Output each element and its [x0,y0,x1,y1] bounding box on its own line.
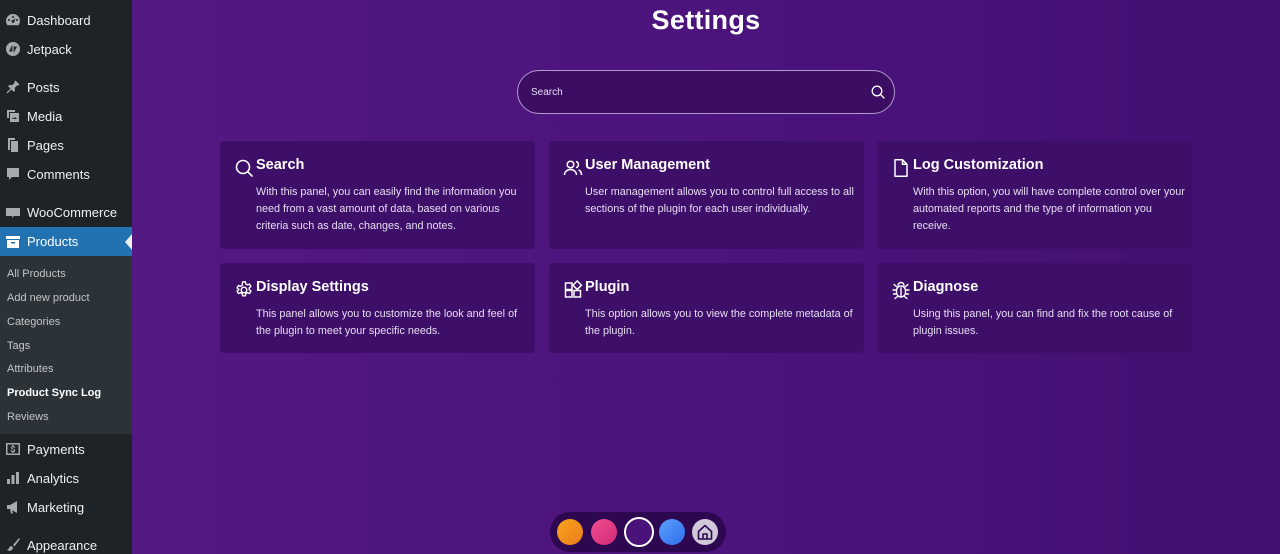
card-title: Log Customization [913,157,1044,173]
card-log-customization[interactable]: Log Customization With this option, you … [877,141,1192,249]
sidebar-item-label: Analytics [27,470,80,486]
search-input[interactable] [531,86,851,98]
submenu-item-categories[interactable]: Categories [7,316,60,328]
home-button[interactable] [692,519,718,545]
admin-sidebar: Dashboard Jetpack Posts Media Pages Comm… [0,0,132,554]
sidebar-item-label: Media [27,108,63,124]
card-description: Using this panel, you can find and fix t… [913,308,1173,337]
orange-theme-swatch[interactable] [557,519,583,545]
theme-switcher [550,512,726,552]
media-icon [4,107,22,125]
sidebar-item-label: Appearance [27,537,98,553]
pages-icon [4,136,22,154]
card-title: Diagnose [913,279,979,295]
card-description: User management allows you to control fu… [585,186,854,215]
brush-icon [4,536,22,554]
blue-theme-swatch[interactable] [659,519,685,545]
sidebar-item-payments[interactable]: Payments [0,434,132,464]
sidebar-item-label: Comments [27,166,90,182]
card-description: With this option, you will have complete… [913,186,1185,232]
sidebar-item-label: Pages [27,137,64,153]
sidebar-item-label: Marketing [27,499,85,515]
submenu-item-tags[interactable]: Tags [7,340,30,352]
card-display-settings[interactable]: Display Settings This panel allows you t… [220,263,535,353]
dollar-icon [4,440,22,458]
gear-icon [236,281,252,297]
page-title: Settings [651,5,761,35]
sidebar-item-posts[interactable]: Posts [0,72,132,102]
submenu-item-add-new-product[interactable]: Add new product [7,292,90,304]
card-plugin[interactable]: Plugin This option allows you to view th… [549,263,864,353]
sidebar-item-jetpack[interactable]: Jetpack [0,34,132,64]
pink-theme-swatch[interactable] [591,519,617,545]
sidebar-item-label: Dashboard [27,12,91,28]
card-diagnose[interactable]: Diagnose Using this panel, you can find … [877,263,1192,353]
pin-icon [4,78,22,96]
search-bar[interactable] [517,70,895,114]
submenu-item-product-sync-log[interactable]: Product Sync Log [7,387,101,399]
search-icon [235,159,253,177]
sidebar-item-label: Payments [27,441,85,457]
comment-icon [4,165,22,183]
megaphone-icon [4,498,22,516]
users-icon [563,160,583,176]
sidebar-item-products[interactable]: Products [0,227,132,256]
sidebar-item-label: Jetpack [27,41,72,57]
purple-theme-swatch[interactable] [624,517,654,547]
search-icon[interactable] [870,84,886,100]
card-title: Display Settings [256,279,369,295]
sidebar-item-label: Products [27,234,79,249]
card-title: Search [256,157,305,173]
settings-panel: Settings Search With this panel, you can… [132,0,1280,554]
sidebar-item-label: Posts [27,79,60,95]
sidebar-item-dashboard[interactable]: Dashboard [0,5,132,35]
card-description: This option allows you to view the compl… [585,308,853,337]
file-icon [894,159,908,177]
plugin-icon [564,280,583,298]
bar-chart-icon [4,469,22,487]
archive-icon [4,233,22,251]
sidebar-item-label: WooCommerce [27,204,118,220]
sidebar-item-woocommerce[interactable]: WooCommerce [0,197,132,227]
sidebar-item-marketing[interactable]: Marketing [0,492,132,522]
jetpack-icon [4,40,22,58]
bug-icon [892,281,910,300]
card-description: This panel allows you to customize the l… [256,308,518,337]
card-title: User Management [585,157,710,173]
sidebar-item-analytics[interactable]: Analytics [0,463,132,493]
sidebar-item-appearance[interactable]: Appearance [0,530,132,554]
sidebar-item-media[interactable]: Media [0,101,132,131]
home-icon [697,524,713,540]
submenu-item-attributes[interactable]: Attributes [7,363,53,375]
dashboard-icon [4,11,22,29]
products-submenu: All Products Add new product Categories … [0,256,132,434]
sidebar-item-pages[interactable]: Pages [0,130,132,160]
card-title: Plugin [585,279,630,295]
card-description: With this panel, you can easily find the… [256,186,517,232]
sidebar-item-comments[interactable]: Comments [0,159,132,189]
submenu-item-all-products[interactable]: All Products [7,268,66,280]
card-search[interactable]: Search With this panel, you can easily f… [220,141,535,249]
submenu-item-reviews[interactable]: Reviews [7,411,49,423]
card-user-management[interactable]: User Management User management allows y… [549,141,864,249]
woo-icon [4,203,22,221]
